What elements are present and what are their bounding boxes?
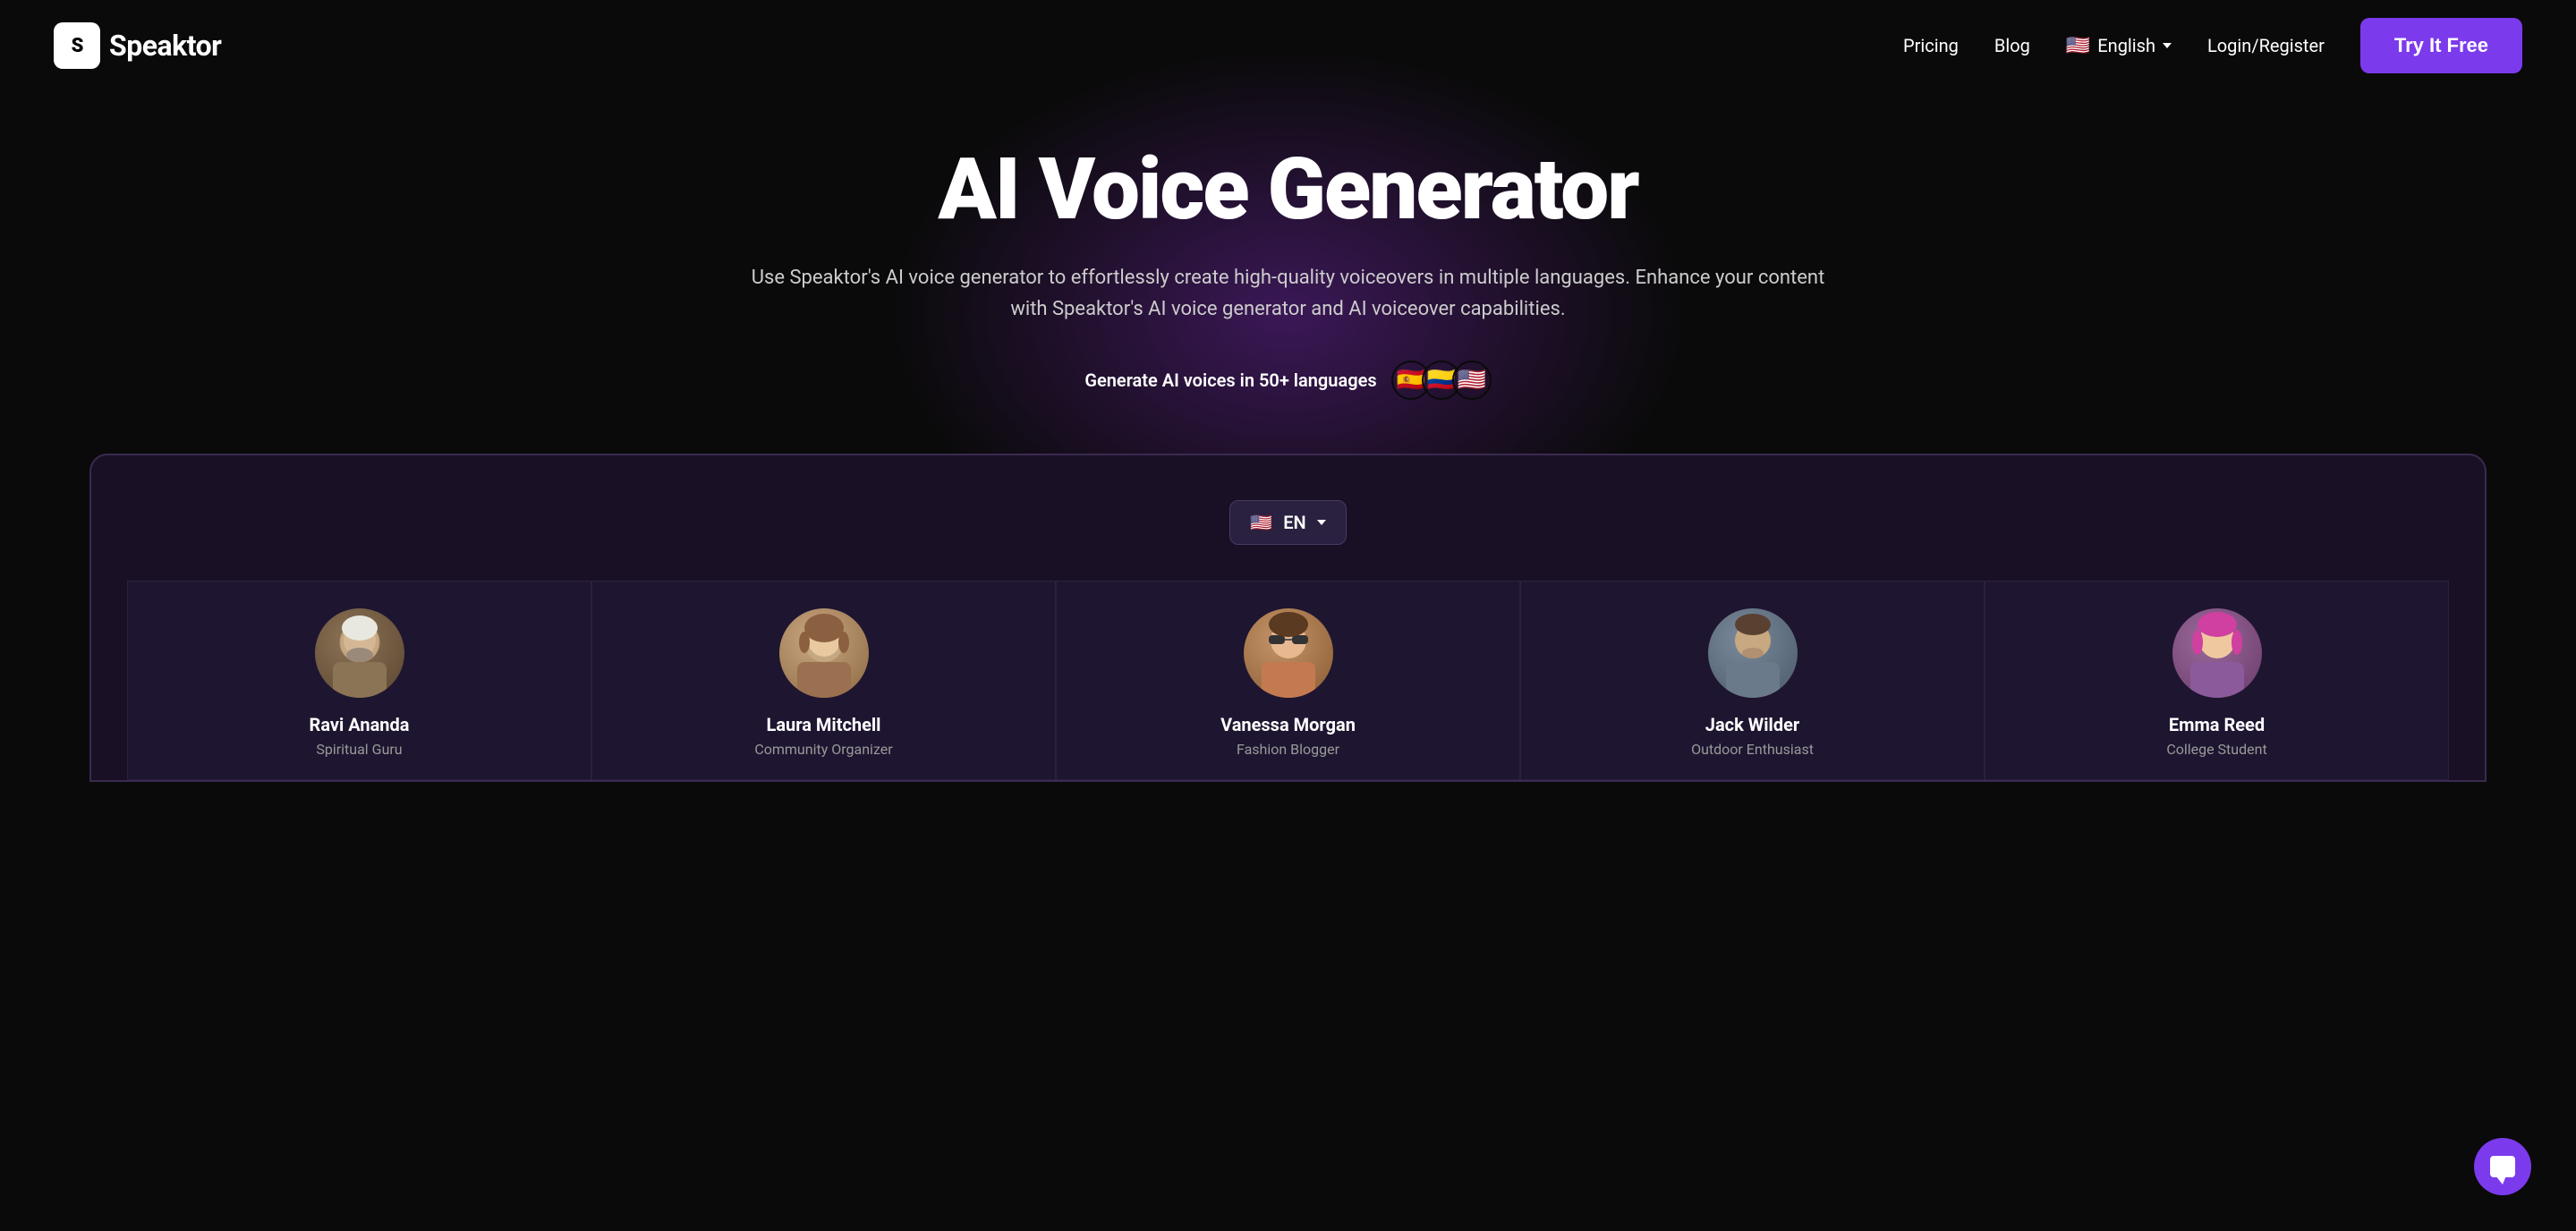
logo[interactable]: S Speaktor xyxy=(54,22,221,69)
try-it-free-button[interactable]: Try It Free xyxy=(2360,18,2522,73)
chat-button[interactable] xyxy=(2474,1138,2531,1195)
app-lang-chevron-icon xyxy=(1317,520,1326,525)
voice-name-ravi: Ravi Ananda xyxy=(310,714,410,735)
voice-role-ravi: Spiritual Guru xyxy=(316,741,402,758)
voice-avatar-ravi xyxy=(315,608,404,698)
flag-stack: 🇪🇸 🇨🇴 🇺🇸 xyxy=(1391,361,1492,400)
device-frame: 🇺🇸 EN xyxy=(89,454,2487,782)
app-preview: 🇺🇸 EN xyxy=(89,454,2487,782)
pricing-link[interactable]: Pricing xyxy=(1903,35,1959,56)
logo-name: Speaktor xyxy=(109,29,221,63)
voice-role-vanessa: Fashion Blogger xyxy=(1237,741,1339,758)
voice-avatar-laura xyxy=(779,608,869,698)
app-lang-label: EN xyxy=(1283,512,1305,533)
voice-avatar-vanessa xyxy=(1244,608,1333,698)
hero-title: AI Voice Generator xyxy=(54,145,2522,235)
voice-card-ravi[interactable]: Ravi Ananda Spiritual Guru xyxy=(127,581,591,780)
voice-cards-row: Ravi Ananda Spiritual Guru xyxy=(127,581,2449,780)
login-register-link[interactable]: Login/Register xyxy=(2207,35,2325,56)
voice-card-jack[interactable]: Jack Wilder Outdoor Enthusiast xyxy=(1520,581,1985,780)
blog-link[interactable]: Blog xyxy=(1994,35,2030,56)
voice-card-laura[interactable]: Laura Mitchell Community Organizer xyxy=(591,581,1056,780)
languages-text: Generate AI voices in 50+ languages xyxy=(1084,369,1376,391)
voice-avatar-emma xyxy=(2172,608,2262,698)
navbar: S Speaktor Pricing Blog 🇺🇸 English Login… xyxy=(0,0,2576,91)
nav-links: Pricing Blog 🇺🇸 English Login/Register T… xyxy=(1903,18,2522,73)
voice-role-laura: Community Organizer xyxy=(754,741,892,758)
chat-icon xyxy=(2490,1156,2515,1177)
hero-subtitle: Use Speaktor's AI voice generator to eff… xyxy=(752,262,1825,325)
flag-circle-us: 🇺🇸 xyxy=(1452,361,1492,400)
chevron-down-icon xyxy=(2163,43,2172,48)
app-language-dropdown[interactable]: 🇺🇸 EN xyxy=(1229,500,1346,545)
voice-role-jack: Outdoor Enthusiast xyxy=(1691,741,1814,758)
voice-card-vanessa[interactable]: Vanessa Morgan Fashion Blogger xyxy=(1056,581,1520,780)
voice-name-vanessa: Vanessa Morgan xyxy=(1220,714,1356,735)
language-label: English xyxy=(2097,35,2155,56)
hero-section: AI Voice Generator Use Speaktor's AI voi… xyxy=(0,91,2576,782)
voice-role-emma: College Student xyxy=(2166,741,2266,758)
logo-icon: S xyxy=(54,22,100,69)
voice-name-laura: Laura Mitchell xyxy=(767,714,881,735)
voice-avatar-jack xyxy=(1708,608,1798,698)
voice-card-emma[interactable]: Emma Reed College Student xyxy=(1985,581,2449,780)
languages-row: Generate AI voices in 50+ languages 🇪🇸 🇨… xyxy=(54,361,2522,400)
language-flag: 🇺🇸 xyxy=(2066,35,2090,57)
app-lang-flag: 🇺🇸 xyxy=(1250,512,1272,533)
voice-name-emma: Emma Reed xyxy=(2169,714,2265,735)
voice-name-jack: Jack Wilder xyxy=(1705,714,1799,735)
app-inner: 🇺🇸 EN xyxy=(127,500,2449,780)
language-selector[interactable]: 🇺🇸 English xyxy=(2066,35,2172,57)
